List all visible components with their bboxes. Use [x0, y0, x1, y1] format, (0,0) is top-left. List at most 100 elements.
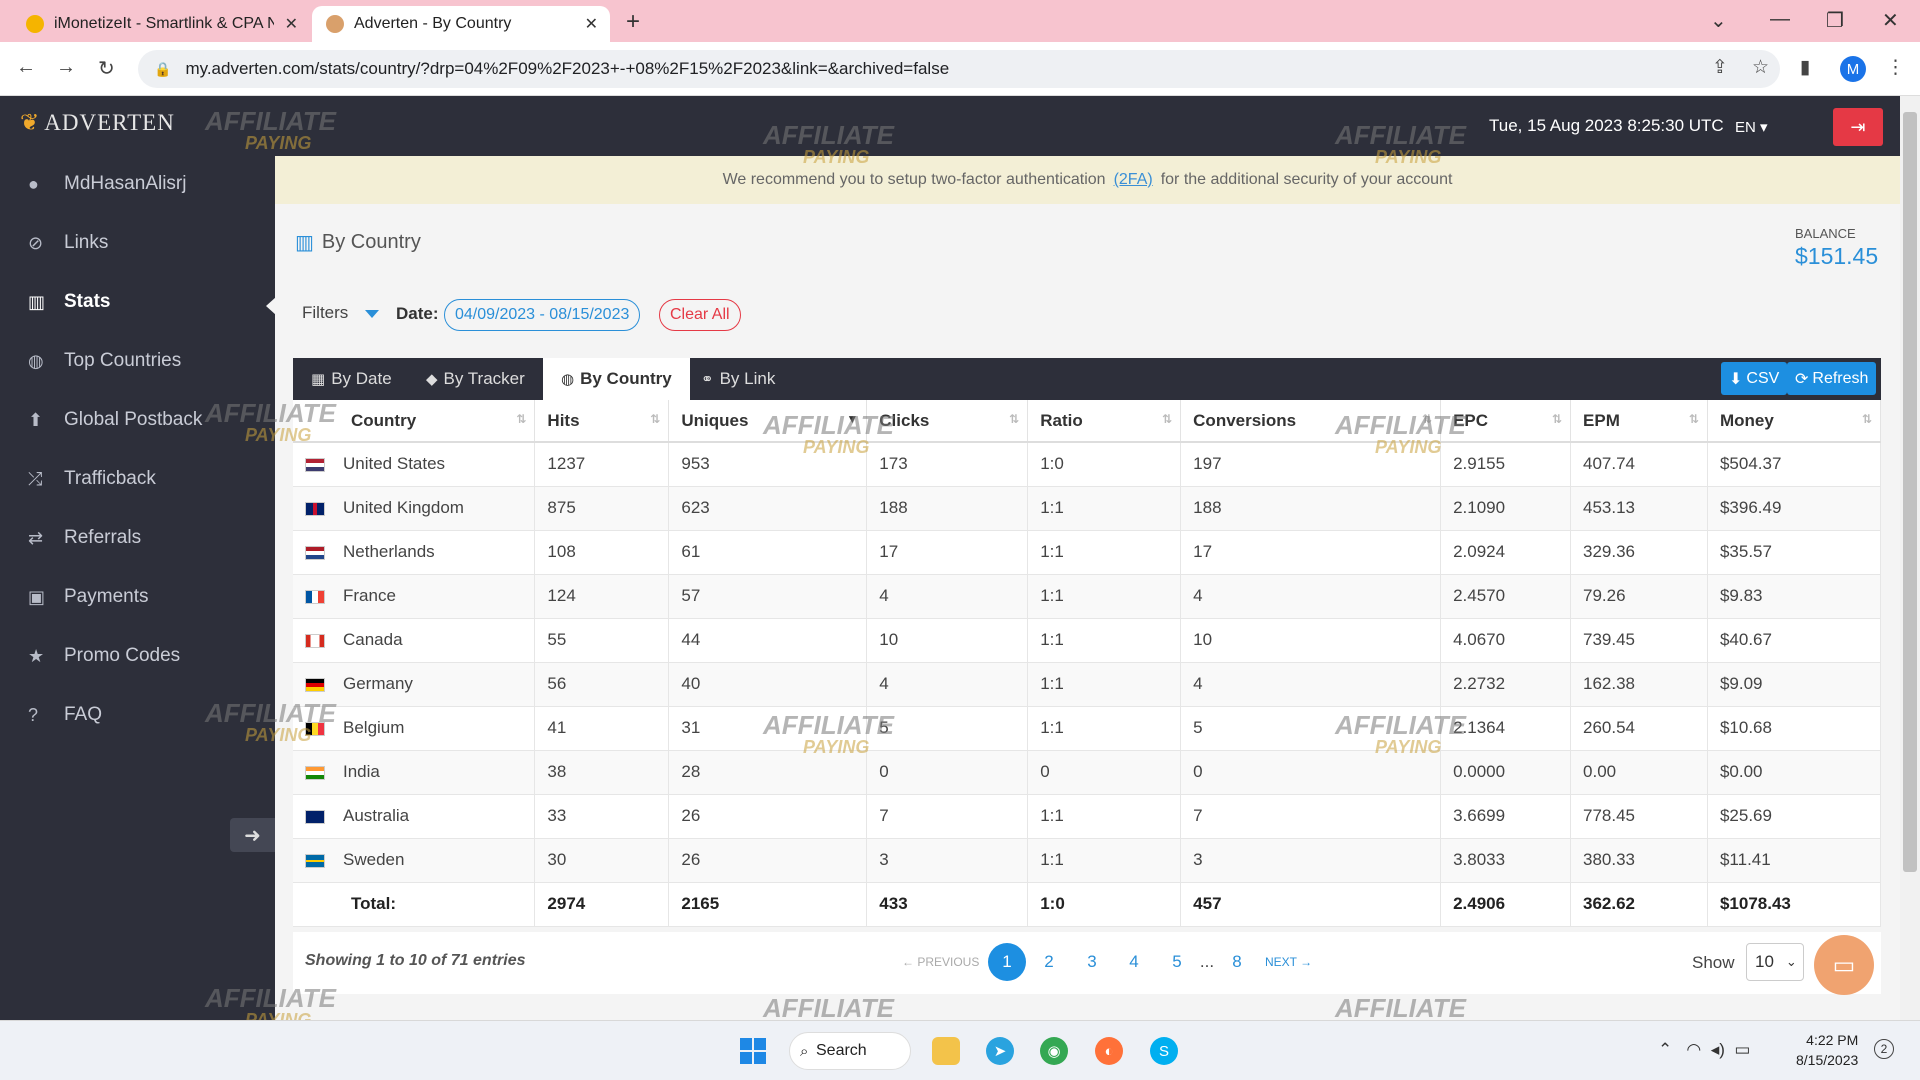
chrome-beta-icon[interactable]: ◉ [1040, 1037, 1068, 1065]
column-header-hits[interactable]: Hits ⇅ [534, 400, 670, 443]
page-1-button[interactable]: 1 [988, 943, 1026, 981]
sidebar-item-stats[interactable]: ▥ Stats [0, 280, 275, 324]
cell-epm: 778.45 [1570, 794, 1708, 839]
adverten-favicon-icon [326, 15, 344, 33]
tab-title: Adverten - By Country [354, 15, 512, 32]
lock-icon[interactable]: 🔒 [154, 61, 171, 78]
language-selector[interactable]: EN ▾ [1735, 118, 1768, 136]
minimize-icon[interactable]: — [1770, 8, 1790, 31]
flag-se-icon [305, 853, 325, 868]
sidebar-item-top-countries[interactable]: ◍ Top Countries [0, 339, 275, 383]
taskbar-search[interactable]: ⌕ Search [789, 1032, 911, 1070]
sidebar-item-label: FAQ [64, 704, 103, 725]
logo-icon: ❦ [20, 110, 41, 135]
flag-ca-icon [305, 633, 325, 648]
column-label: Conversions [1193, 410, 1297, 430]
forward-icon[interactable]: → [56, 56, 76, 79]
new-tab-icon[interactable]: + [626, 8, 640, 36]
cell-country: France [293, 574, 536, 619]
wifi-icon[interactable]: ◠ [1686, 1040, 1701, 1059]
chevron-up-icon[interactable]: ⌃ [1658, 1040, 1672, 1059]
telegram-icon[interactable]: ➤ [986, 1037, 1014, 1065]
tab-search-chevron-icon[interactable]: ⌄ [1710, 8, 1727, 33]
globe-icon: ◍ [561, 371, 575, 388]
tab-by-tracker[interactable]: ◆ By Tracker [408, 358, 543, 400]
notification-badge[interactable]: 2 [1874, 1039, 1894, 1059]
file-explorer-icon[interactable] [932, 1037, 960, 1065]
table-body: United States 1237 953 173 1:0 197 2.9155 407.7… [293, 442, 1882, 927]
column-header-epm[interactable]: EPM ⇅ [1570, 400, 1708, 443]
tab-by-date[interactable]: ▦ By Date [293, 358, 410, 400]
firefox-icon[interactable]: ◐ [1095, 1037, 1123, 1065]
page-size-select[interactable]: 10 ⌄ [1746, 943, 1804, 981]
address-bar[interactable]: 🔒 my.adverten.com/stats/country/?drp=04%… [138, 50, 1780, 88]
close-window-icon[interactable]: ✕ [1882, 8, 1899, 33]
tab-by-link[interactable]: ⚭ By Link [683, 358, 793, 400]
tab-label: By Country [580, 369, 672, 388]
column-header-money[interactable]: Money ⇅ [1707, 400, 1882, 443]
tab-label: By Tracker [443, 369, 525, 388]
scrollbar-thumb[interactable] [1903, 112, 1917, 872]
close-tab-icon[interactable]: ✕ [585, 14, 598, 34]
back-icon[interactable]: ← [16, 56, 36, 79]
page-size-label: Show [1692, 953, 1735, 972]
table-header-row: Country ⇅ Hits ⇅ Uniques ▼ Clicks ⇅ Ratio ⇅ C… [293, 400, 1882, 443]
flag-nl-icon [305, 545, 325, 560]
menu-kebab-icon[interactable]: ⋮ [1886, 56, 1905, 79]
filters-toggle[interactable]: Filters [302, 303, 348, 323]
csv-button[interactable]: ⬇ CSV [1721, 362, 1788, 395]
maximize-icon[interactable]: ❐ [1826, 8, 1844, 33]
volume-icon[interactable]: ◂) [1711, 1040, 1725, 1059]
cell-epc: 2.0924 [1440, 530, 1572, 575]
logout-button[interactable]: ⇥ [1833, 108, 1883, 146]
sidebar-item-links[interactable]: ⊘ Links [0, 221, 275, 265]
profile-avatar[interactable]: M [1840, 56, 1866, 82]
browser-tab-adverten[interactable]: Adverten - By Country ✕ [312, 6, 610, 42]
battery-icon[interactable]: ▭ [1734, 1040, 1750, 1059]
cell-ratio: 1:1 [1027, 530, 1182, 575]
cell-ratio: 0 [1027, 750, 1182, 795]
page-8-button[interactable]: 8 [1220, 943, 1254, 981]
cell-money: $504.37 [1707, 442, 1882, 487]
chat-widget-button[interactable]: ▭ [1814, 935, 1874, 995]
adverten-logo[interactable]: ❦ ADVERTEN [20, 110, 175, 136]
cell-hits: 56 [534, 662, 670, 707]
close-tab-icon[interactable]: ✕ [285, 14, 298, 34]
cell-total-ratio: 1:0 [1027, 882, 1182, 927]
sidebar-item-promo-codes[interactable]: ★ Promo Codes [0, 634, 275, 678]
taskbar-clock[interactable]: 4:22 PM 8/15/2023 [1796, 1030, 1858, 1070]
watermark-line1: AFFILIATE [205, 698, 336, 728]
page-5-button[interactable]: 5 [1160, 943, 1194, 981]
previous-page-link[interactable]: ← PREVIOUS [902, 955, 979, 969]
cell-conversions: 17 [1180, 530, 1442, 575]
sidebar-item-trafficback[interactable]: ⤮ Trafficback [0, 457, 275, 501]
share-icon[interactable]: ⇪ [1712, 56, 1728, 79]
sidebar-item-user[interactable]: ● MdHasanAlisrj [0, 162, 275, 206]
page-3-button[interactable]: 3 [1075, 943, 1109, 981]
filters-caret-icon[interactable] [365, 310, 379, 318]
column-header-ratio[interactable]: Ratio ⇅ [1027, 400, 1182, 443]
watermark-line1: AFFILIATE [763, 120, 894, 150]
page-2-button[interactable]: 2 [1032, 943, 1066, 981]
cell-uniques: 26 [668, 838, 868, 883]
next-page-link[interactable]: NEXT → [1265, 955, 1312, 969]
browser-tab-imonetizeit[interactable]: iMonetizeIt - Smartlink & CPA Ne ✕ [12, 6, 310, 42]
windows-start-icon[interactable] [740, 1038, 766, 1064]
cell-clicks: 10 [866, 618, 1029, 663]
tab-by-country[interactable]: ◍ By Country [543, 358, 690, 400]
sidebar-item-referrals[interactable]: ⇄ Referrals [0, 516, 275, 560]
pagination-ellipsis: ... [1199, 952, 1215, 971]
bookmark-star-icon[interactable]: ☆ [1752, 56, 1769, 79]
column-label: Money [1719, 410, 1774, 430]
reload-icon[interactable]: ↻ [98, 56, 115, 81]
side-panel-icon[interactable]: ▮ [1800, 56, 1810, 79]
sidebar-item-payments[interactable]: ▣ Payments [0, 575, 275, 619]
date-range-filter[interactable]: 04/09/2023 - 08/15/2023 [444, 299, 641, 331]
page-4-button[interactable]: 4 [1117, 943, 1151, 981]
skype-icon[interactable]: S [1150, 1037, 1178, 1065]
clear-all-button[interactable]: Clear All [659, 299, 741, 331]
column-label: Country [351, 410, 417, 430]
refresh-button[interactable]: ⟳ Refresh [1787, 362, 1877, 395]
collapse-sidebar-button[interactable]: ➜ [230, 818, 275, 852]
2fa-link[interactable]: (2FA) [1114, 171, 1153, 189]
